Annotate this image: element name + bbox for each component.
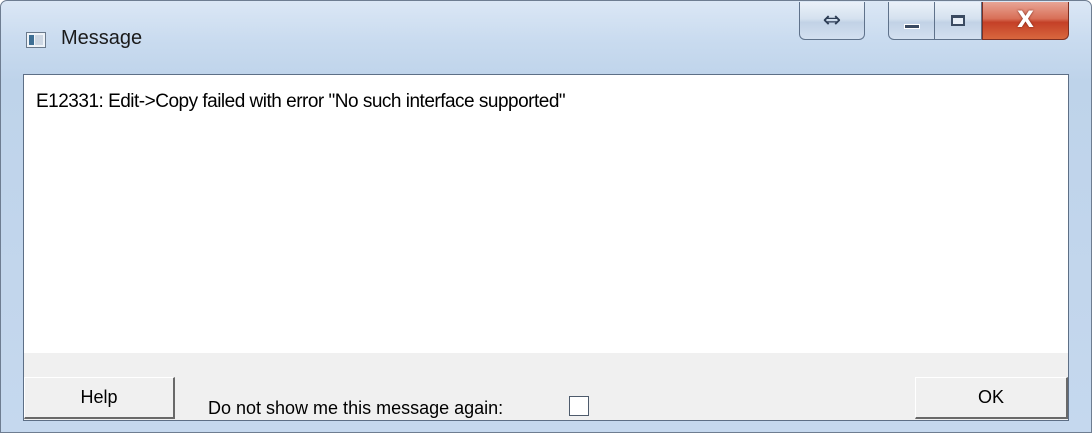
- close-button[interactable]: X: [982, 2, 1069, 40]
- error-message: E12331: Edit->Copy failed with error "No…: [36, 91, 566, 112]
- minimize-button[interactable]: [888, 2, 935, 40]
- dont-show-again-label: Do not show me this message again:: [208, 398, 504, 418]
- message-window-icon[interactable]: [26, 32, 46, 48]
- window-title: Message: [61, 27, 143, 49]
- horizontal-resize-icon: ⇔: [822, 7, 842, 33]
- ok-button[interactable]: OK: [915, 377, 1068, 419]
- help-button[interactable]: Help: [24, 377, 175, 419]
- dont-show-again-checkbox[interactable]: [569, 396, 589, 416]
- message-area: E12331: Edit->Copy failed with error "No…: [23, 74, 1069, 354]
- maximize-icon: [951, 15, 965, 26]
- maximize-button[interactable]: [935, 2, 982, 40]
- minimize-icon: [903, 24, 920, 29]
- resize-button[interactable]: ⇔: [799, 2, 865, 40]
- message-dialog: Message ⇔ X E12331: Edit->Copy failed wi…: [0, 0, 1092, 433]
- title-bar[interactable]: Message ⇔ X: [1, 1, 1091, 75]
- button-bar: Help Do not show me this message again: …: [23, 353, 1069, 421]
- close-icon: X: [1017, 7, 1034, 33]
